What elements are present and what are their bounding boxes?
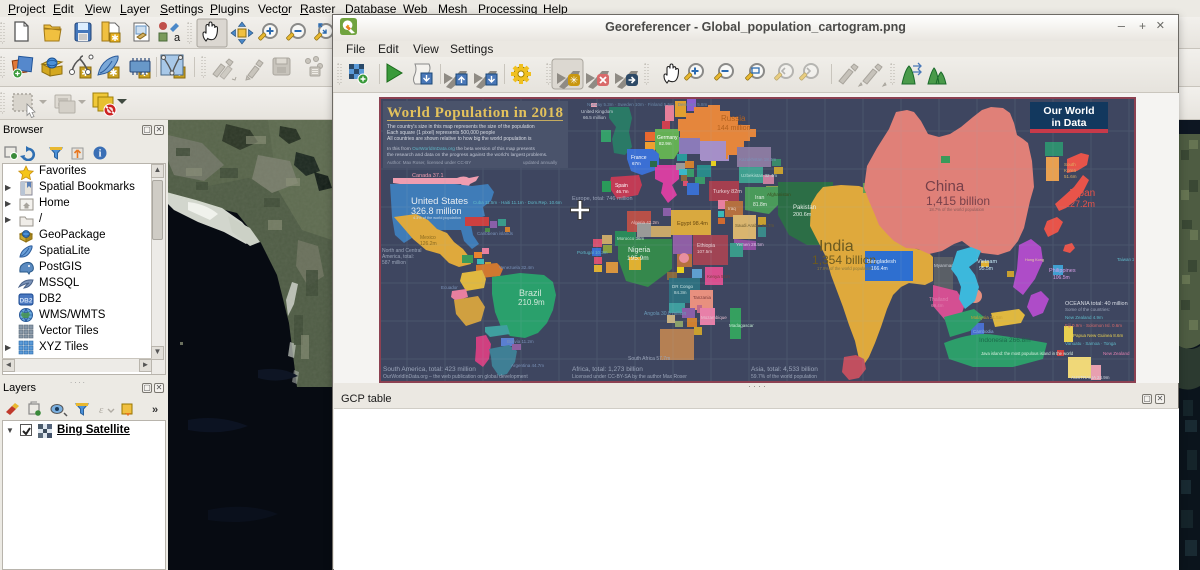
svg-text:Vietnam: Vietnam <box>977 259 997 265</box>
svg-text:Angola 30.8 million: Angola 30.8 million <box>644 311 686 317</box>
svg-text:Licensed under CC-BY-SA by the: Licensed under CC-BY-SA by the author Ma… <box>572 374 687 380</box>
svg-text:126.2m: 126.2m <box>420 241 437 247</box>
svg-text:Philippines: Philippines <box>1049 268 1076 274</box>
svg-text:Kazakhstan 18.3m: Kazakhstan 18.3m <box>739 157 777 162</box>
svg-text:127.2m: 127.2m <box>1065 199 1095 209</box>
svg-text:ε: ε <box>99 404 104 416</box>
svg-text:Vanuatu · Samoa · Tonga: Vanuatu · Samoa · Tonga <box>1065 341 1116 346</box>
svg-text:81.8m: 81.8m <box>753 202 767 208</box>
svg-text:Africa, total: 1,273 billion: Africa, total: 1,273 billion <box>572 366 643 373</box>
svg-text:59.7% of the world population: 59.7% of the world population <box>751 374 817 380</box>
svg-text:Our World: Our World <box>1043 105 1094 117</box>
svg-text:i: i <box>99 149 102 160</box>
svg-text:New Zealand 4.9m: New Zealand 4.9m <box>1065 315 1103 320</box>
svg-text:4.3% of the world population: 4.3% of the world population <box>413 216 461 220</box>
svg-text:Algeria 42.2m: Algeria 42.2m <box>631 220 659 225</box>
svg-text:Morocco 36m: Morocco 36m <box>617 236 645 241</box>
svg-text:Taiwan 23.6m: Taiwan 23.6m <box>1117 257 1134 262</box>
svg-text:Indonesia 266.8m: Indonesia 266.8m <box>979 337 1031 344</box>
svg-text:Mozambique: Mozambique <box>701 315 727 320</box>
svg-text:Malaysia 31.5m: Malaysia 31.5m <box>971 315 1003 320</box>
svg-text:Japan: Japan <box>1068 188 1095 199</box>
svg-text:66.5 million: 66.5 million <box>583 115 606 120</box>
svg-text:the research and data on the p: the research and data on the progress ag… <box>387 152 547 158</box>
svg-text:Russia: Russia <box>721 114 746 123</box>
svg-text:Pakistan: Pakistan <box>793 205 816 211</box>
svg-text:updated annually: updated annually <box>523 160 558 165</box>
svg-text:Cuba 11.5m · Haiti 11.1m · Dom: Cuba 11.5m · Haiti 11.1m · Dom.Rep. 10.6… <box>473 200 562 205</box>
svg-text:17.9% of the world population: 17.9% of the world population <box>817 266 873 271</box>
svg-text:New Zealand: New Zealand <box>1103 351 1130 356</box>
svg-text:Afghanistan: Afghanistan <box>767 192 791 197</box>
svg-text:Papua New Guinea 8.6m: Papua New Guinea 8.6m <box>1073 333 1124 338</box>
svg-text:Argentina 44.7m: Argentina 44.7m <box>511 363 544 368</box>
svg-text:326.8 million: 326.8 million <box>411 206 462 216</box>
svg-text:DR Congo: DR Congo <box>672 284 694 289</box>
svg-text:69.4m: 69.4m <box>931 303 944 308</box>
svg-text:»: » <box>152 404 158 416</box>
svg-text:Korea: Korea <box>1064 168 1077 173</box>
svg-text:210.9m: 210.9m <box>518 298 545 307</box>
svg-text:World Population in 2018: World Population in 2018 <box>387 105 563 121</box>
svg-text:United Kingdom: United Kingdom <box>581 109 613 114</box>
svg-text:In this from OurWorldInData.or: In this from OurWorldInData.org the beta… <box>387 146 535 152</box>
svg-text:Brazil: Brazil <box>519 288 542 298</box>
svg-text:Bolivia 11.2m: Bolivia 11.2m <box>507 339 534 344</box>
svg-text:Author: Max Roser, licensed un: Author: Max Roser, licensed under CC-BY <box>387 160 471 165</box>
svg-text:AUSTRALIA 24.9m: AUSTRALIA 24.9m <box>1071 375 1110 380</box>
svg-text:Venezuela 32.4m: Venezuela 32.4m <box>499 265 534 270</box>
svg-text:Portugal 10.3m: Portugal 10.3m <box>577 250 608 255</box>
svg-text:Canada 37.1: Canada 37.1 <box>412 173 444 179</box>
svg-text:587 million: 587 million <box>382 260 406 266</box>
svg-text:South America, total: 423 mill: South America, total: 423 million <box>383 366 476 373</box>
svg-text:107.5m: 107.5m <box>697 249 712 254</box>
svg-text:All countries are shown relati: All countries are shown relative to how … <box>387 136 532 142</box>
svg-text:Bangladesh: Bangladesh <box>867 259 896 265</box>
svg-text:OurWorldInData.org – the web p: OurWorldInData.org – the web publication… <box>383 374 528 380</box>
svg-text:200.6m: 200.6m <box>793 212 812 218</box>
svg-text:82.9m: 82.9m <box>659 141 672 146</box>
svg-text:in Data: in Data <box>1051 117 1086 129</box>
svg-text:Some of the countries:: Some of the countries: <box>1065 307 1110 312</box>
svg-text:South: South <box>1064 162 1076 167</box>
svg-text:18.7% of the world population: 18.7% of the world population <box>929 207 985 212</box>
svg-text:South Africa 57.7m: South Africa 57.7m <box>628 356 670 362</box>
svg-text:Myanmar: Myanmar <box>934 263 953 268</box>
svg-text:106.5m: 106.5m <box>1053 275 1070 281</box>
svg-text:Norway 5.3m · Sweden 10m · Fin: Norway 5.3m · Sweden 10m · Finland 5.5m … <box>587 102 708 107</box>
svg-text:Madagascar: Madagascar <box>729 323 754 328</box>
svg-text:46.7m: 46.7m <box>616 189 629 194</box>
svg-text:95.5m: 95.5m <box>979 266 993 272</box>
svg-text:Nigeria: Nigeria <box>628 247 650 254</box>
svg-text:Ecuador: Ecuador <box>441 285 458 290</box>
svg-text:Asia, total: 4,533 billion: Asia, total: 4,533 billion <box>751 366 818 373</box>
svg-text:144 million: 144 million <box>717 125 751 132</box>
svg-text:Java island: the most populous: Java island: the most populous island in… <box>981 351 1074 356</box>
svg-text:Cambodia: Cambodia <box>973 329 994 334</box>
svg-text:1,415 billion: 1,415 billion <box>926 194 990 208</box>
svg-text:51.6m: 51.6m <box>1064 174 1077 179</box>
svg-text:Turkey 82m: Turkey 82m <box>713 189 742 195</box>
svg-text:Iran: Iran <box>755 195 764 201</box>
svg-text:Fiji 0.9m · Solomon Isl. 0.6m: Fiji 0.9m · Solomon Isl. 0.6m <box>1065 323 1122 328</box>
svg-text:Kenya 51m: Kenya 51m <box>707 274 730 279</box>
svg-text:Saudi Arabia 33.7m: Saudi Arabia 33.7m <box>735 223 775 228</box>
svg-text:a: a <box>174 32 181 44</box>
svg-text:Tanzania: Tanzania <box>693 295 712 300</box>
svg-text:166.4m: 166.4m <box>871 266 888 272</box>
svg-text:195.9m: 195.9m <box>627 255 649 262</box>
svg-text:84.3m: 84.3m <box>674 290 687 295</box>
svg-text:Caribbean islands: Caribbean islands <box>477 231 514 236</box>
svg-text:Uzbekistan 32.4m: Uzbekistan 32.4m <box>741 173 777 178</box>
svg-text:✳: ✳ <box>570 76 578 87</box>
svg-text:DB2: DB2 <box>19 298 32 305</box>
svg-text:China: China <box>925 178 965 195</box>
svg-text:Hong Kong: Hong Kong <box>1025 258 1044 262</box>
svg-text:Yemen 28.5m: Yemen 28.5m <box>736 242 764 247</box>
svg-text:Iraq: Iraq <box>728 206 736 211</box>
svg-text:67m: 67m <box>632 161 641 166</box>
svg-text:✱: ✱ <box>111 33 119 43</box>
svg-text:Egypt 98.4m: Egypt 98.4m <box>677 221 708 227</box>
